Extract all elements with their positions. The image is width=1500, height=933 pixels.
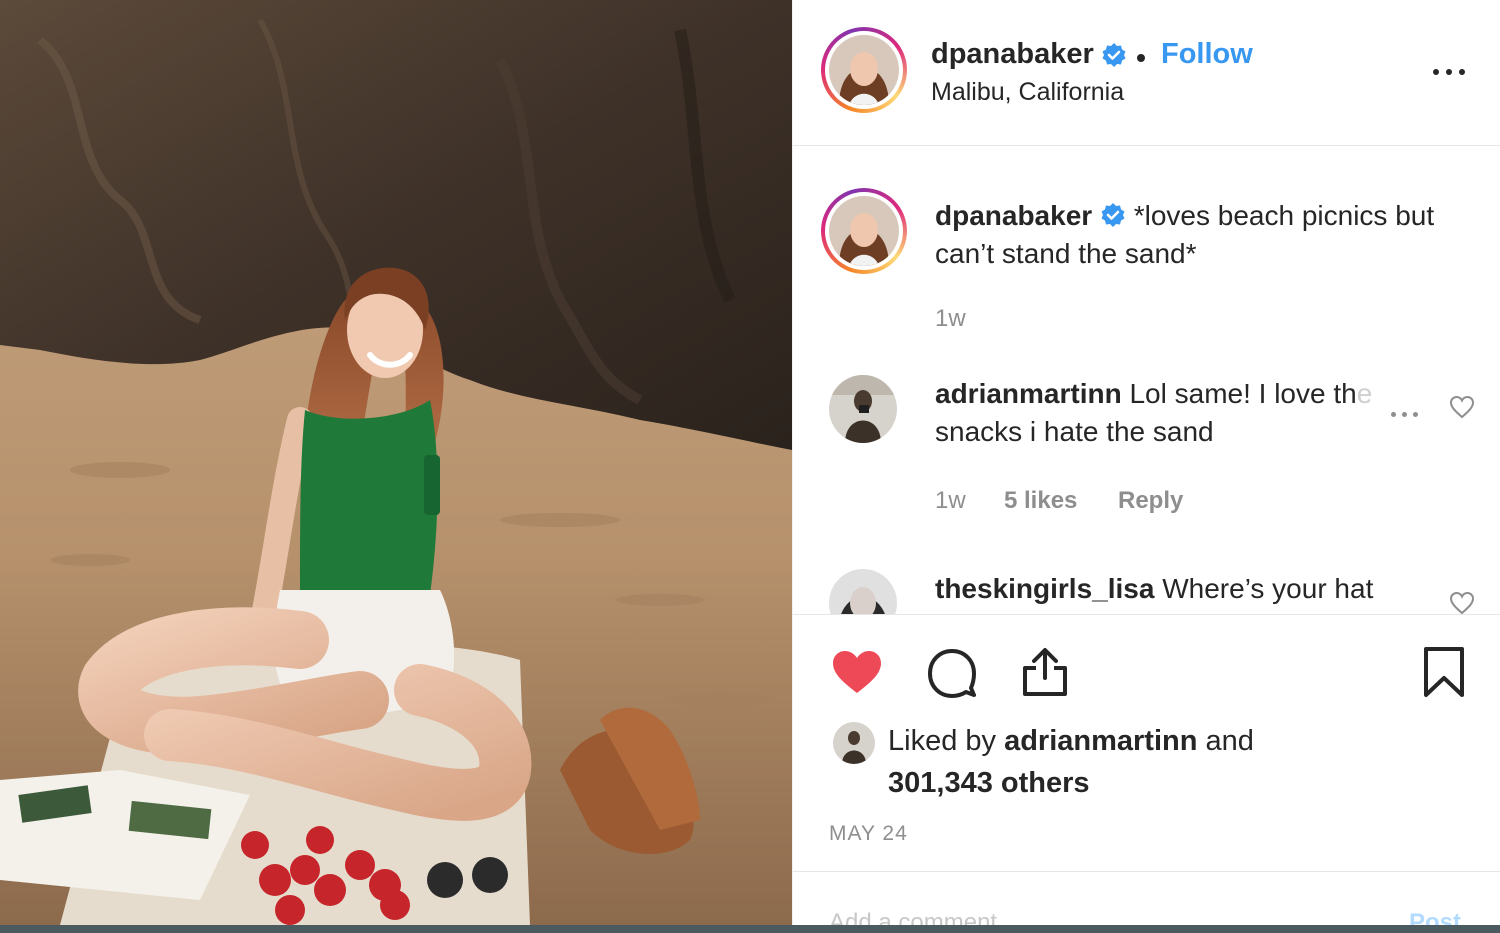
comment-text: theskingirls_lisa Where’s your hat (935, 570, 1373, 608)
add-comment-bar[interactable]: Add a comment... Post (793, 873, 1500, 933)
comment-username[interactable]: adrianmartinn (935, 378, 1122, 409)
likes-others-count[interactable]: 301,343 others (888, 767, 1090, 799)
caption-avatar-ring[interactable] (821, 188, 907, 274)
likes-summary[interactable]: Liked by adrianmartinn and 301,343 other… (888, 720, 1254, 804)
post-actions: Liked by adrianmartinn and 301,343 other… (793, 616, 1500, 872)
separator-dot (1137, 54, 1145, 62)
comment-username[interactable]: theskingirls_lisa (935, 573, 1154, 604)
comment-line-1-fade: e (1356, 378, 1373, 409)
comment-timestamp[interactable]: 1w (935, 487, 966, 515)
comment-likes-count[interactable]: 5 likes (1004, 487, 1077, 515)
post-location[interactable]: Malibu, California (931, 78, 1124, 107)
post-author-username[interactable]: dpanabaker (931, 38, 1094, 71)
caption-line-2: can’t stand the sand* (935, 238, 1197, 269)
share-upload-icon[interactable] (1021, 646, 1069, 703)
bookmark-icon[interactable] (1423, 646, 1465, 703)
comment-heart-icon[interactable] (1449, 591, 1475, 614)
verified-badge-icon (1101, 42, 1127, 70)
caption-timestamp[interactable]: 1w (935, 305, 966, 333)
caption-text: dpanabaker *loves beach picnics but can’… (935, 197, 1475, 273)
story-ring[interactable] (821, 27, 907, 113)
beach-picnic-image (0, 0, 792, 925)
verified-badge-icon (1101, 203, 1125, 227)
comments-list[interactable]: dpanabaker *loves beach picnics but can’… (793, 147, 1500, 615)
avatar (829, 196, 899, 266)
comment-body: Where’s your hat (1162, 573, 1374, 604)
reply-button[interactable]: Reply (1118, 487, 1183, 515)
caption-username[interactable]: dpanabaker (935, 200, 1092, 231)
comment-line-2: snacks i hate the sand (935, 416, 1214, 447)
comment-text: adrianmartinn Lol same! I love the snack… (935, 375, 1395, 451)
commenter-avatar[interactable] (829, 375, 897, 443)
post-date[interactable]: MAY 24 (829, 822, 908, 846)
post-header: dpanabaker Follow Malibu, California (793, 0, 1500, 146)
post-photo[interactable] (0, 0, 792, 925)
caption-line-1: *loves beach picnics but (1133, 200, 1435, 231)
window-bottom-edge (0, 925, 1500, 933)
heart-icon[interactable] (831, 649, 883, 700)
liker-avatar[interactable] (833, 722, 875, 764)
comment-more-icon[interactable] (1389, 405, 1429, 425)
liked-by-user[interactable]: adrianmartinn (1004, 725, 1197, 757)
comment-bubble-icon[interactable] (927, 648, 977, 703)
more-options-icon[interactable] (1429, 62, 1469, 82)
liked-by-and: and (1205, 725, 1254, 757)
comment-line-1: Lol same! I love th (1129, 378, 1357, 409)
comment-heart-icon[interactable] (1449, 395, 1475, 424)
avatar (829, 35, 899, 105)
commenter-avatar[interactable] (829, 569, 897, 614)
post-details-panel: dpanabaker Follow Malibu, California dpa… (792, 0, 1500, 933)
liked-by-prefix: Liked by (888, 725, 997, 757)
follow-button[interactable]: Follow (1161, 38, 1253, 71)
